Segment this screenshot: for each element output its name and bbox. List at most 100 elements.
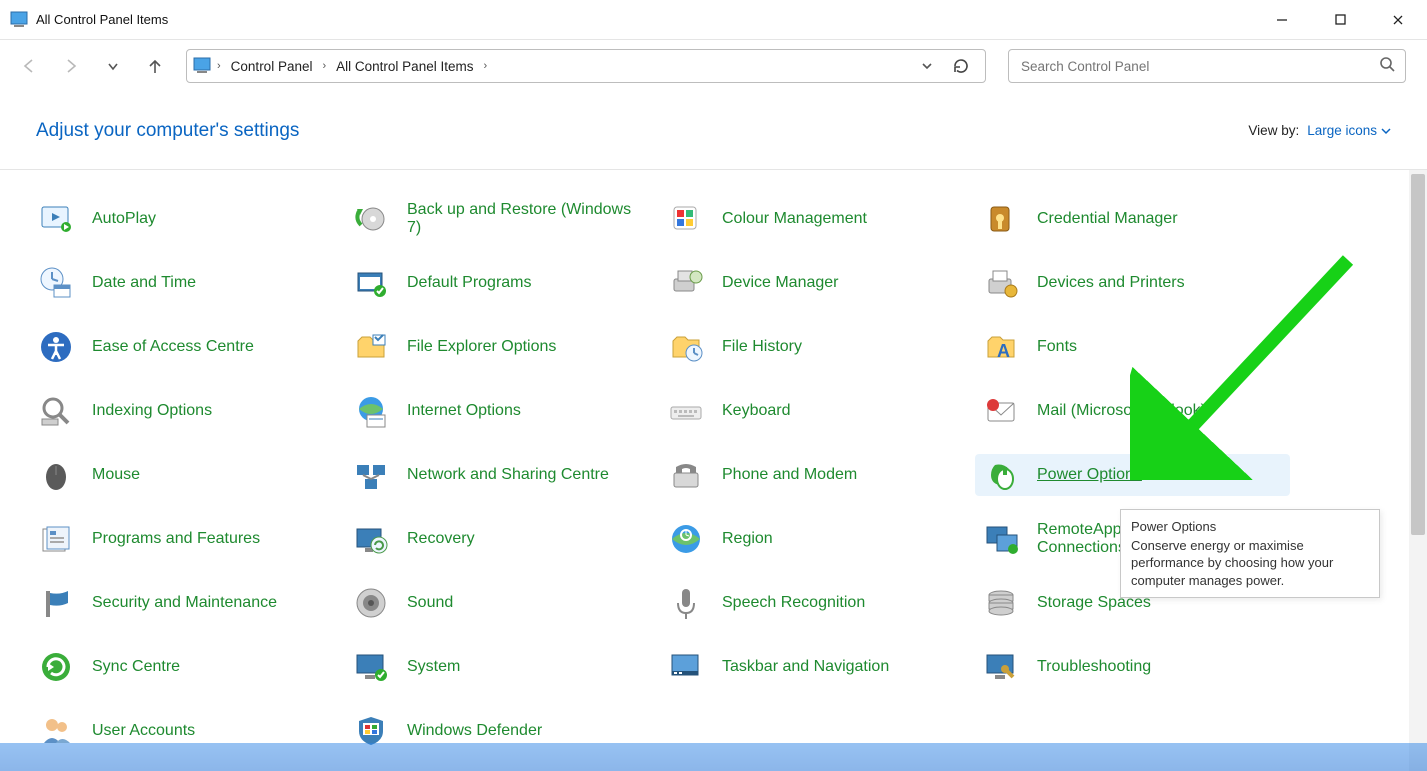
cpl-item-defaultprogs[interactable]: Default Programs (345, 262, 660, 304)
cpl-item-colour[interactable]: Colour Management (660, 198, 975, 240)
content-area: AutoPlay Back up and Restore (Windows 7) C… (0, 170, 1427, 771)
cpl-item-label: Sound (407, 594, 453, 612)
cpl-item-label: Credential Manager (1037, 210, 1178, 228)
refresh-button[interactable] (943, 49, 979, 83)
cpl-item-label: System (407, 658, 460, 676)
devicemgr-icon (666, 263, 706, 303)
cpl-item-label: Colour Management (722, 210, 867, 228)
remoteapp-icon (981, 519, 1021, 559)
scrollbar-thumb[interactable] (1411, 174, 1425, 535)
search-box[interactable] (1008, 49, 1406, 83)
cpl-item-internet[interactable]: Internet Options (345, 390, 660, 432)
security-icon (36, 583, 76, 623)
cpl-item-label: Ease of Access Centre (92, 338, 254, 356)
address-bar[interactable]: › Control Panel › All Control Panel Item… (186, 49, 986, 83)
cpl-item-label: Speech Recognition (722, 594, 865, 612)
cpl-item-credential[interactable]: Credential Manager (975, 198, 1290, 240)
cpl-item-folderopts[interactable]: File Explorer Options (345, 326, 660, 368)
storage-icon (981, 583, 1021, 623)
tooltip-body: Conserve energy or maximise performance … (1131, 537, 1369, 590)
programs-icon (36, 519, 76, 559)
control-panel-icon (10, 11, 28, 29)
back-button[interactable] (12, 49, 46, 83)
keyboard-icon (666, 391, 706, 431)
chevron-right-icon[interactable]: › (215, 60, 223, 72)
chevron-right-icon[interactable]: › (320, 60, 328, 72)
cpl-item-label: Devices and Printers (1037, 274, 1185, 292)
cpl-item-label: Indexing Options (92, 402, 212, 420)
view-by-value: Large icons (1307, 123, 1377, 138)
cpl-item-system[interactable]: System (345, 646, 660, 688)
credential-icon (981, 199, 1021, 239)
cpl-item-devprint[interactable]: Devices and Printers (975, 262, 1290, 304)
cpl-item-ease[interactable]: Ease of Access Centre (30, 326, 345, 368)
items-grid: AutoPlay Back up and Restore (Windows 7) C… (0, 170, 1427, 752)
cpl-item-power[interactable]: Power Options (975, 454, 1290, 496)
cpl-item-region[interactable]: Region (660, 518, 975, 560)
recent-locations-button[interactable] (96, 49, 130, 83)
chevron-right-icon[interactable]: › (481, 60, 489, 72)
address-history-button[interactable] (915, 54, 939, 78)
mail-icon (981, 391, 1021, 431)
cpl-item-filehist[interactable]: File History (660, 326, 975, 368)
header-strip: Adjust your computer's settings View by:… (0, 92, 1427, 170)
cpl-item-label: Power Options (1037, 466, 1142, 484)
up-button[interactable] (138, 49, 172, 83)
cpl-item-label: Device Manager (722, 274, 839, 292)
cpl-item-label: Taskbar and Navigation (722, 658, 889, 676)
cpl-item-label: Keyboard (722, 402, 791, 420)
cpl-item-label: Mouse (92, 466, 140, 484)
cpl-item-mouse[interactable]: Mouse (30, 454, 345, 496)
autoplay-icon (36, 199, 76, 239)
cpl-item-label: Security and Maintenance (92, 594, 277, 612)
tooltip-title: Power Options (1131, 518, 1369, 536)
fonts-icon: A (981, 327, 1021, 367)
cpl-item-label: Default Programs (407, 274, 532, 292)
cpl-item-fonts[interactable]: A Fonts (975, 326, 1290, 368)
breadcrumb-current[interactable]: All Control Panel Items (332, 57, 477, 76)
forward-button[interactable] (54, 49, 88, 83)
cpl-item-indexing[interactable]: Indexing Options (30, 390, 345, 432)
cpl-item-devicemgr[interactable]: Device Manager (660, 262, 975, 304)
cpl-item-troubleshoot[interactable]: Troubleshooting (975, 646, 1290, 688)
window-title: All Control Panel Items (36, 12, 168, 27)
cpl-item-recovery[interactable]: Recovery (345, 518, 660, 560)
cpl-item-mail[interactable]: Mail (Microsoft Outlook) (975, 390, 1290, 432)
cpl-item-datetime[interactable]: Date and Time (30, 262, 345, 304)
titlebar: All Control Panel Items (0, 0, 1427, 40)
ease-icon (36, 327, 76, 367)
cpl-item-label: Sync Centre (92, 658, 180, 676)
breadcrumb-root[interactable]: Control Panel (227, 57, 317, 76)
colour-icon (666, 199, 706, 239)
cpl-item-phone[interactable]: Phone and Modem (660, 454, 975, 496)
cpl-item-backup[interactable]: Back up and Restore (Windows 7) (345, 198, 660, 240)
search-input[interactable] (1019, 58, 1379, 75)
cpl-item-label: Windows Defender (407, 722, 542, 740)
cpl-item-keyboard[interactable]: Keyboard (660, 390, 975, 432)
cpl-item-label: Recovery (407, 530, 475, 548)
view-by: View by: Large icons (1248, 123, 1391, 138)
cpl-item-label: Mail (Microsoft Outlook) (1037, 402, 1206, 420)
maximize-button[interactable] (1311, 0, 1369, 40)
cpl-item-programs[interactable]: Programs and Features (30, 518, 345, 560)
cpl-item-sync[interactable]: Sync Centre (30, 646, 345, 688)
cpl-item-label: Network and Sharing Centre (407, 466, 609, 484)
cpl-item-speech[interactable]: Speech Recognition (660, 582, 975, 624)
cpl-item-network[interactable]: Network and Sharing Centre (345, 454, 660, 496)
cpl-item-label: Fonts (1037, 338, 1077, 356)
view-by-dropdown[interactable]: Large icons (1307, 123, 1391, 138)
cpl-item-autoplay[interactable]: AutoPlay (30, 198, 345, 240)
cpl-item-label: Troubleshooting (1037, 658, 1151, 676)
cpl-item-sound[interactable]: Sound (345, 582, 660, 624)
cpl-item-taskbar[interactable]: Taskbar and Navigation (660, 646, 975, 688)
cpl-item-label: File Explorer Options (407, 338, 556, 356)
minimize-button[interactable] (1253, 0, 1311, 40)
vertical-scrollbar[interactable] (1409, 170, 1427, 771)
cpl-item-label: AutoPlay (92, 210, 156, 228)
cpl-item-security[interactable]: Security and Maintenance (30, 582, 345, 624)
close-button[interactable] (1369, 0, 1427, 40)
troubleshoot-icon (981, 647, 1021, 687)
sync-icon (36, 647, 76, 687)
internet-icon (351, 391, 391, 431)
datetime-icon (36, 263, 76, 303)
